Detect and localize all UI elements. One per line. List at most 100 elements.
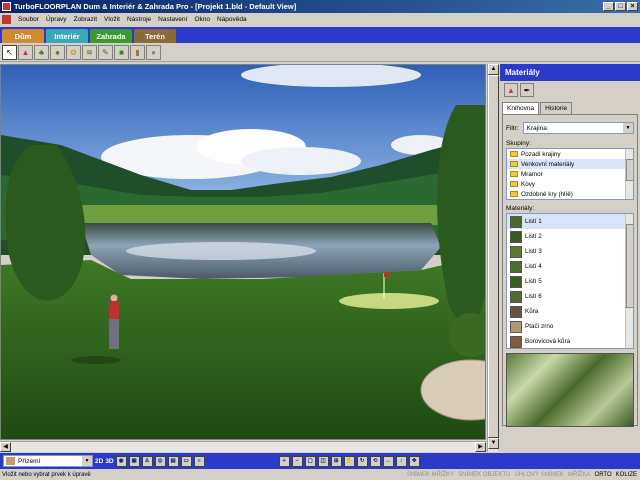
material-swatch [510, 245, 522, 258]
tab-dum[interactable]: Dům [2, 29, 44, 43]
layer-icon: ≡ [197, 458, 201, 464]
scroll-up-button[interactable]: ▲ [488, 64, 499, 75]
material-swatch [510, 320, 522, 333]
garden-toolbar: ↖ ▲ ♣ ♠ ✿ ≋ ✎ ■ ▮ ● [0, 44, 640, 62]
menu-okno[interactable]: Okno [194, 16, 210, 23]
flag-snap-object[interactable]: SNÍMEK OBJEKTU [458, 472, 510, 478]
groups-scroll-thumb[interactable] [626, 159, 633, 181]
list-item[interactable]: Listí 2 [507, 229, 633, 244]
tab-interier[interactable]: Interiér [46, 29, 88, 43]
pencil-tool-button[interactable]: ✎ [98, 45, 113, 60]
groups-list[interactable]: Pozadí krajiny Venkovní materiály Mramor… [506, 148, 634, 200]
view-2d-button[interactable]: 2D [95, 458, 103, 465]
list-item[interactable]: Listí 6 [507, 289, 633, 304]
scroll-right-button[interactable]: ▶ [475, 442, 486, 452]
orbit-button[interactable]: ⟲ [369, 455, 381, 467]
flag-snap-grid[interactable]: SNÍMEK MŘÍŽKY [407, 472, 454, 478]
redraw-button[interactable]: ↻ [356, 455, 368, 467]
vertical-scroll-thumb[interactable] [488, 75, 499, 438]
maximize-button[interactable]: □ [615, 2, 626, 11]
path-tool-button[interactable]: ■ [114, 45, 129, 60]
list-item[interactable]: Mramor [507, 169, 633, 179]
status-bar: Vložit nebo vybrat prvek k úpravě SNÍMEK… [0, 470, 640, 480]
list-item[interactable]: Ozdobné kry (hlíě) [507, 189, 633, 199]
status-flags: SNÍMEK MŘÍŽKY SNÍMEK OBJEKTU ÚHLOVÝ SNÍM… [407, 472, 637, 478]
groups-scrollbar[interactable] [625, 149, 633, 199]
menu-napoveda[interactable]: Nápověda [217, 16, 247, 23]
flag-snap-angle[interactable]: ÚHLOVÝ SNÍMEK [515, 472, 564, 478]
flag-collision[interactable]: KOLIZE [616, 472, 637, 478]
groups-label: Skupiny: [506, 140, 531, 147]
layer-button[interactable]: ≡ [193, 455, 205, 467]
zoom-in-button[interactable]: + [278, 455, 290, 467]
menu-upravy[interactable]: Úpravy [46, 16, 67, 23]
list-item[interactable]: Borovicová kůra [507, 334, 633, 348]
hedge-tool-button[interactable]: ≋ [82, 45, 97, 60]
menu-soubor[interactable]: Soubor [18, 16, 39, 23]
putting-green [339, 293, 439, 309]
move-button[interactable]: ✥ [408, 455, 420, 467]
list-item[interactable]: Kůra [507, 304, 633, 319]
flag-ortho[interactable]: ORTO [595, 472, 612, 478]
list-item[interactable]: Kovy [507, 179, 633, 189]
zoom-out-button[interactable]: − [291, 455, 303, 467]
shrub-tool-button[interactable]: ♠ [50, 45, 65, 60]
menu-vlozit[interactable]: Vložit [104, 16, 120, 23]
system-menu-icon[interactable] [2, 14, 11, 24]
materials-scroll-thumb[interactable] [626, 224, 633, 308]
apply-material-button[interactable]: ▲ [504, 83, 518, 97]
rotate-button[interactable]: ↔ [382, 455, 394, 467]
walkthrough-button[interactable]: ♙ [141, 455, 153, 467]
list-item[interactable]: Listí 5 [507, 274, 633, 289]
menu-zobrazit[interactable]: Zobrazit [74, 16, 97, 23]
scroll-down-button[interactable]: ▼ [488, 438, 499, 449]
list-item[interactable]: Venkovní materiály [507, 159, 633, 169]
list-item[interactable]: Ptačí zrno [507, 319, 633, 334]
folder-button[interactable]: ▭ [180, 455, 192, 467]
tab-knihovna[interactable]: Knihovna [502, 102, 540, 114]
menu-nastroje[interactable]: Nástroje [127, 16, 151, 23]
pointer-tool-button[interactable]: ↖ [2, 45, 17, 60]
zoom-window-button[interactable]: ▢ [304, 455, 316, 467]
material-swatch [510, 230, 522, 243]
tab-teren[interactable]: Terén [134, 29, 176, 43]
eyedropper-button[interactable]: ✒ [520, 83, 534, 97]
folder-icon [510, 151, 518, 157]
view-3d-button[interactable]: 3D [105, 458, 113, 465]
list-item[interactable]: Listí 1 [507, 214, 633, 229]
flag-grid[interactable]: MŘÍŽKA [568, 472, 591, 478]
3d-viewport[interactable] [0, 64, 486, 440]
camera-button[interactable]: ▣ [128, 455, 140, 467]
zoom-all-button[interactable]: ⊞ [330, 455, 342, 467]
scroll-left-button[interactable]: ◀ [0, 442, 11, 452]
flower-tool-button[interactable]: ✿ [66, 45, 81, 60]
print-button[interactable]: ▤ [167, 455, 179, 467]
pan-button[interactable]: ✋ [343, 455, 355, 467]
group-name: Ozdobné kry (hlíě) [521, 190, 573, 198]
rock-tool-button[interactable]: ● [146, 45, 161, 60]
filter-select[interactable]: Krajina ▼ [522, 122, 634, 134]
object-tool-button[interactable]: ▮ [130, 45, 145, 60]
list-item[interactable]: Listí 4 [507, 259, 633, 274]
eye-button[interactable]: ◎ [154, 455, 166, 467]
horizontal-scroll-track[interactable] [11, 442, 475, 452]
zoom-extents-button[interactable]: ◫ [317, 455, 329, 467]
menu-nastaveni[interactable]: Nastavení [158, 16, 187, 23]
minimize-button[interactable]: _ [603, 2, 614, 11]
material-name: Borovicová kůra [525, 338, 571, 345]
paint-material-button[interactable]: ▲ [18, 45, 33, 60]
rotate-icon: ↔ [385, 458, 391, 464]
materials-list[interactable]: Listí 1 Listí 2 Listí 3 Listí 4 Listí 5 … [506, 213, 634, 349]
tab-historie[interactable]: Historie [540, 102, 573, 114]
viewport-horizontal-scrollbar[interactable]: ◀ ▶ [0, 441, 486, 452]
materials-scrollbar[interactable] [625, 214, 633, 348]
render-button[interactable]: ◉ [115, 455, 127, 467]
list-item[interactable]: Listí 3 [507, 244, 633, 259]
floor-select[interactable]: Přízemí ▼ [3, 455, 93, 467]
viewport-vertical-scrollbar[interactable]: ▲ ▼ [487, 64, 499, 452]
close-button[interactable]: × [627, 2, 638, 11]
list-item[interactable]: Pozadí krajiny [507, 149, 633, 159]
tab-zahrada[interactable]: Zahrada [90, 29, 132, 43]
tilt-button[interactable]: ↕ [395, 455, 407, 467]
tree-tool-button[interactable]: ♣ [34, 45, 49, 60]
